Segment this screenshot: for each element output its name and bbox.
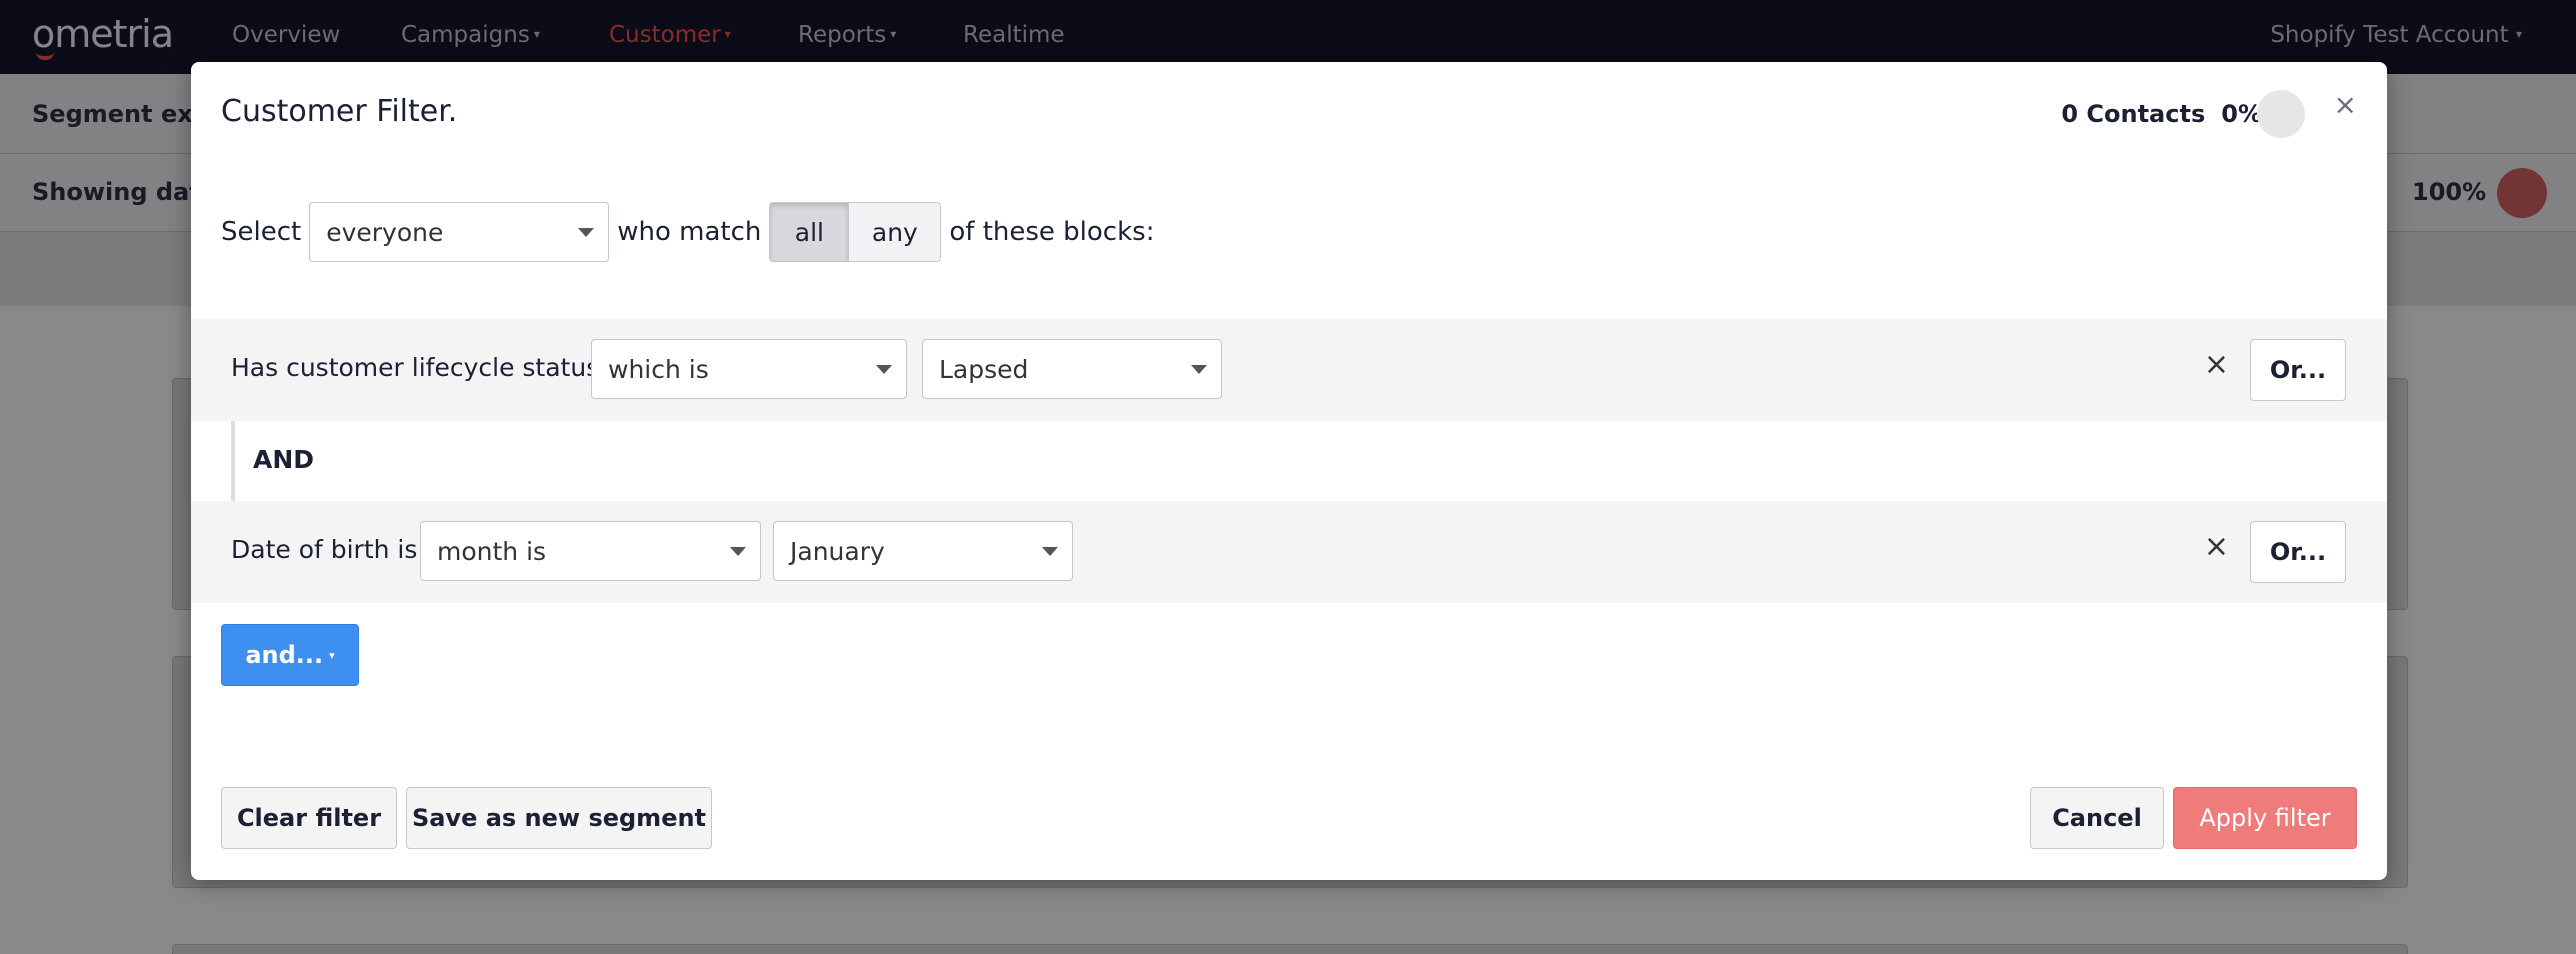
contacts-progress-circle <box>2257 90 2305 138</box>
value-select[interactable]: January <box>773 521 1073 581</box>
operator-select-value: which is <box>608 354 709 384</box>
contacts-count: 0 Contacts <box>2061 100 2206 128</box>
apply-filter-button[interactable]: Apply filter <box>2173 787 2357 849</box>
customer-filter-modal: Customer Filter. 0 Contacts 0% × Select e… <box>191 62 2387 880</box>
close-icon[interactable]: × <box>2334 88 2357 121</box>
and-button-label: and... <box>245 641 324 669</box>
match-any-button[interactable]: any <box>848 203 941 261</box>
operator-select[interactable]: month is <box>420 521 761 581</box>
caret-down-icon: ▾ <box>329 648 335 662</box>
or-button[interactable]: Or... <box>2250 521 2346 583</box>
match-mode-toggle: all any <box>769 202 942 262</box>
match-all-button[interactable]: all <box>770 203 849 261</box>
remove-block-icon[interactable]: × <box>2204 529 2229 564</box>
audience-select[interactable]: everyone <box>309 202 610 262</box>
operator-select[interactable]: which is <box>591 339 907 399</box>
filter-block: Date of birth is month is January × Or..… <box>191 501 2387 603</box>
select-label: Select <box>221 217 302 247</box>
match-selector-row: Select everyone who match all any of the… <box>221 202 1154 262</box>
and-separator: AND <box>231 421 2387 501</box>
of-these-blocks-label: of these blocks: <box>949 217 1155 247</box>
remove-block-icon[interactable]: × <box>2204 347 2229 382</box>
who-match-label: who match <box>617 217 762 247</box>
filter-block: Has customer lifecycle status which is L… <box>191 319 2387 421</box>
dropdown-arrow-icon <box>730 547 746 556</box>
clear-filter-button[interactable]: Clear filter <box>221 787 397 849</box>
dropdown-arrow-icon <box>578 228 595 237</box>
contacts-summary: 0 Contacts 0% <box>2061 100 2262 128</box>
dropdown-arrow-icon <box>1042 547 1058 556</box>
filter-block-label: Has customer lifecycle status <box>231 353 600 382</box>
cancel-button[interactable]: Cancel <box>2030 787 2164 849</box>
value-select-value: Lapsed <box>939 354 1029 384</box>
value-select-value: January <box>790 536 885 566</box>
add-and-block-button[interactable]: and... ▾ <box>221 624 359 686</box>
value-select[interactable]: Lapsed <box>922 339 1222 399</box>
and-separator-label: AND <box>253 445 315 474</box>
filter-block-label: Date of birth is <box>231 535 418 564</box>
dropdown-arrow-icon <box>876 365 892 374</box>
modal-title: Customer Filter. <box>221 94 458 129</box>
contacts-percent: 0% <box>2221 100 2262 128</box>
or-button[interactable]: Or... <box>2250 339 2346 401</box>
save-segment-button[interactable]: Save as new segment <box>406 787 712 849</box>
operator-select-value: month is <box>437 536 547 566</box>
audience-select-value: everyone <box>326 217 444 247</box>
dropdown-arrow-icon <box>1191 365 1207 374</box>
